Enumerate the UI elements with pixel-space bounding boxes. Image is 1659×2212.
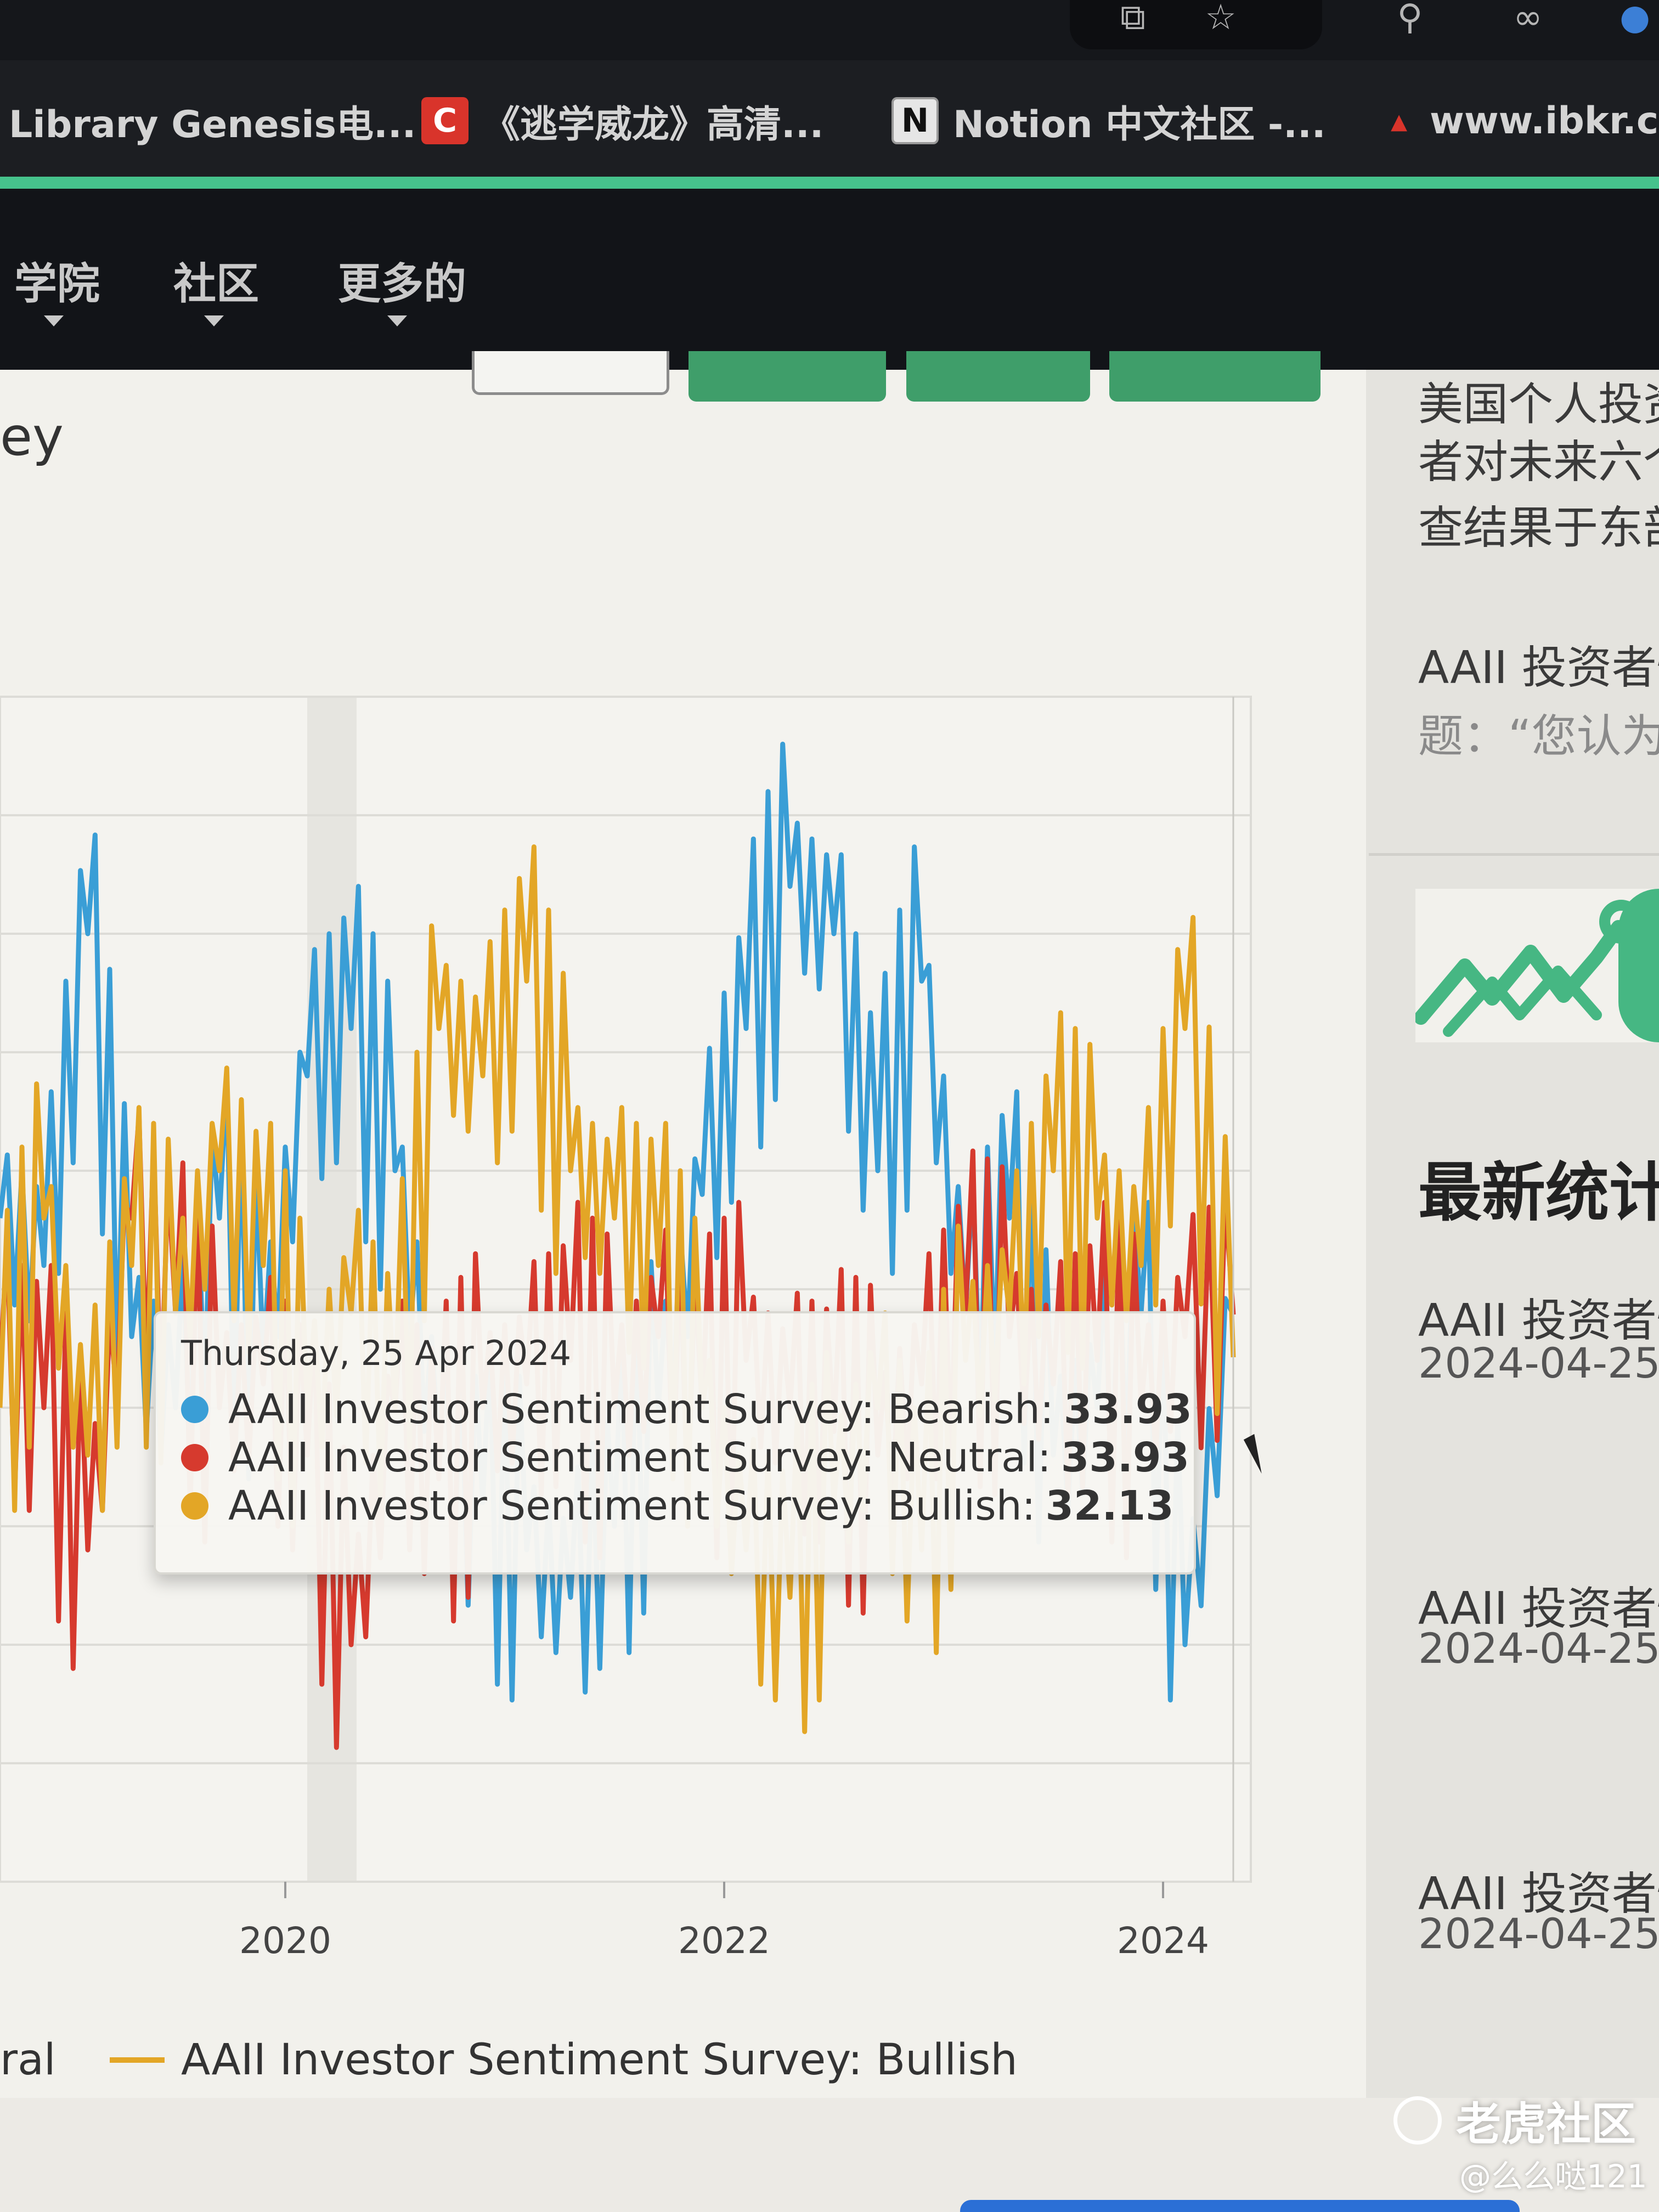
sidebar-intro-line: 美国个人投资 <box>1418 379 1659 431</box>
tooltip-value: 33.93 <box>1063 1386 1192 1433</box>
x-tick-label: 2022 <box>678 1920 770 1962</box>
nav-item-more[interactable]: 更多的 <box>338 250 466 311</box>
watermark-user: @么么哒121 <box>1459 2158 1647 2195</box>
action-button-1[interactable] <box>689 351 886 402</box>
bookmark-label: Library Genesis电... <box>9 103 416 146</box>
neutral-dot-icon <box>181 1444 208 1471</box>
chevron-down-icon <box>44 315 64 326</box>
bearish-dot-icon <box>181 1396 208 1423</box>
logo-accent <box>1618 889 1659 1042</box>
sidebar-intro-line: 查结果于东部 <box>1418 502 1659 554</box>
watermark-brand: 老虎社区 <box>1456 2098 1637 2151</box>
sidebar-intro-line: 者对未来六个 <box>1418 436 1659 488</box>
tooltip-row-bullish: AAII Investor Sentiment Survey: Bullish:… <box>181 1482 1174 1530</box>
accent-line <box>0 177 1659 189</box>
extension-icon[interactable]: ⚲ <box>1385 0 1435 38</box>
sidebar-latest-date: 2024-04-25 <box>1418 1339 1659 1387</box>
star-icon[interactable]: ☆ <box>1196 0 1245 38</box>
chevron-down-icon <box>204 315 224 326</box>
x-tick-label: 2020 <box>239 1920 331 1962</box>
tooltip-date: Thursday, 25 Apr 2024 <box>181 1333 572 1373</box>
tooltip-label: AAII Investor Sentiment Survey: Bullish: <box>228 1482 1036 1530</box>
bookmark-label: www.ibkr.c <box>1430 99 1659 143</box>
tooltip-row-bearish: AAII Investor Sentiment Survey: Bearish:… <box>181 1385 1192 1434</box>
bookmark-label: 《逃学威龙》高清... <box>483 103 824 146</box>
browser-screen: ⧉ ☆ ⚲ ∞ ● Library Genesis电... C 《逃学威龙》高清… <box>0 0 1659 2212</box>
bottom-highlight <box>960 2200 1520 2212</box>
bullish-dot-icon <box>181 1492 208 1520</box>
sidebar-latest-date: 2024-04-25 <box>1418 1909 1659 1958</box>
legend-bullish[interactable]: AAII Investor Sentiment Survey: Bullish <box>181 2035 1018 2085</box>
sidebar <box>1366 370 1659 2098</box>
period-button[interactable] <box>472 351 669 395</box>
watermark: 老虎社区 <box>1393 2087 1636 2153</box>
translate-icon[interactable]: ⧉ <box>1108 0 1158 38</box>
chart-legend: ral AAII Investor Sentiment Survey: Bull… <box>0 2030 1317 2096</box>
chart-tooltip: Thursday, 25 Apr 2024 AAII Investor Sent… <box>154 1311 1196 1575</box>
sidebar-survey-title[interactable]: AAII 投资者情 <box>1418 631 1659 696</box>
legend-swatch-bullish <box>110 2057 165 2063</box>
x-tick-label: 2024 <box>1117 1920 1209 1962</box>
bookmark-library-genesis[interactable]: Library Genesis电... <box>9 91 416 151</box>
page-title: ey <box>0 406 64 467</box>
sidebar-latest-title: 最新统计 <box>1418 1156 1659 1230</box>
address-bar-end[interactable]: ⧉ ☆ <box>1070 0 1322 49</box>
action-button-2[interactable] <box>906 351 1090 402</box>
bookmark-movie[interactable]: C 《逃学威龙》高清... <box>421 91 824 151</box>
tooltip-value: 32.13 <box>1045 1482 1174 1530</box>
tooltip-row-neutral: AAII Investor Sentiment Survey: Neutral:… <box>181 1434 1189 1482</box>
notion-icon: N <box>891 97 939 144</box>
tooltip-label: AAII Investor Sentiment Survey: Neutral: <box>228 1434 1051 1481</box>
sidebar-latest-date: 2024-04-25 <box>1418 1624 1659 1673</box>
profile-icon[interactable]: ● <box>1610 0 1659 38</box>
glasses-icon[interactable]: ∞ <box>1503 0 1553 38</box>
bookmark-label: Notion 中文社区 -... <box>953 103 1326 146</box>
nav-item-academy[interactable]: 学院 <box>14 250 100 311</box>
ibkr-icon: ▴ <box>1390 101 1408 140</box>
tooltip-label: AAII Investor Sentiment Survey: Bearish: <box>228 1386 1054 1433</box>
bookmark-notion[interactable]: N Notion 中文社区 -... <box>891 91 1326 151</box>
sidebar-survey-question: 题：“您认为 <box>1418 710 1659 763</box>
action-button-3[interactable] <box>1109 351 1321 402</box>
divider <box>1369 853 1659 856</box>
tooltip-value: 33.93 <box>1060 1434 1189 1481</box>
legend-neutral-partial[interactable]: ral <box>0 2035 56 2085</box>
bookmark-ibkr[interactable]: ▴ www.ibkr.c <box>1383 91 1658 151</box>
nav-item-community[interactable]: 社区 <box>173 250 259 311</box>
chevron-down-icon <box>387 315 407 326</box>
c-logo-icon: C <box>421 97 469 144</box>
tiger-logo-icon <box>1393 2096 1442 2145</box>
